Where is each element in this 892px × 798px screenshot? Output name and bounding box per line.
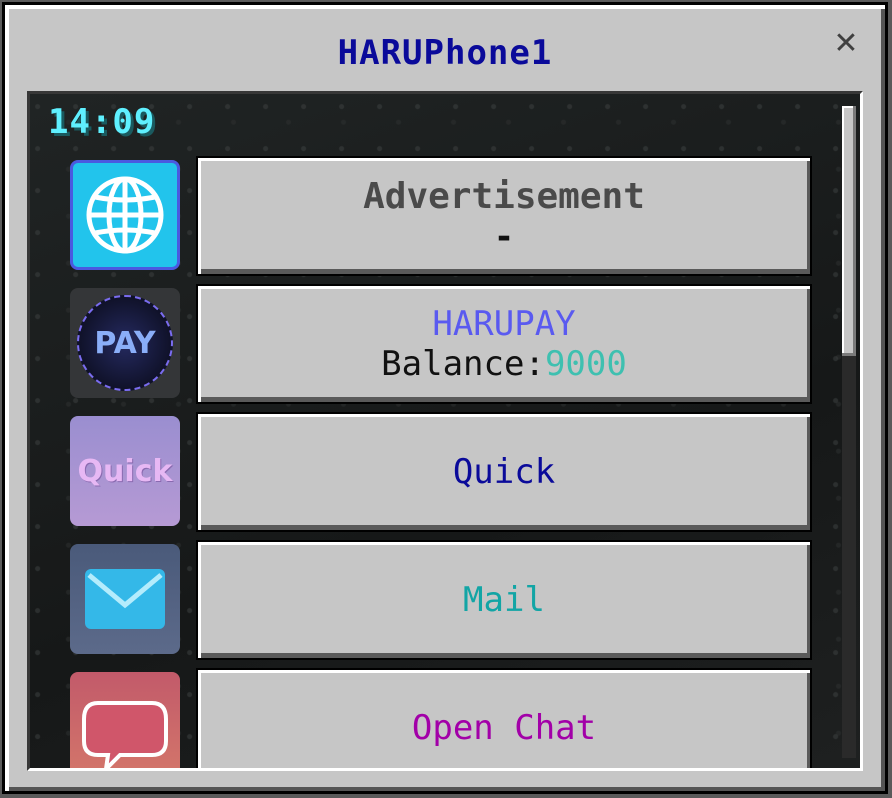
advertisement-subtitle: - xyxy=(493,216,515,257)
open-chat-button[interactable]: Open Chat xyxy=(196,668,812,768)
envelope-icon xyxy=(85,569,165,629)
pay-icon: PAY xyxy=(77,295,173,391)
advertisement-title: Advertisement xyxy=(363,175,645,217)
phone-window: HARUPhone1 ✕ 14:09 Advertisement - PAY H… xyxy=(2,2,888,794)
mail-button[interactable]: Mail xyxy=(196,540,812,660)
chat-bubble-icon xyxy=(82,701,168,768)
close-icon[interactable]: ✕ xyxy=(833,29,859,59)
balance-label: Balance: xyxy=(381,344,545,384)
mail-title: Mail xyxy=(463,580,545,620)
harupay-balance: Balance:9000 xyxy=(381,344,627,384)
app-icon-open-chat[interactable] xyxy=(70,672,180,768)
quick-button[interactable]: Quick xyxy=(196,412,812,532)
harupay-title: HARUPAY xyxy=(432,304,576,344)
advertisement-button[interactable]: Advertisement - xyxy=(196,156,812,276)
phone-screen: 14:09 Advertisement - PAY HARUPAY Balanc… xyxy=(27,91,863,771)
quick-icon: Quick xyxy=(77,453,173,489)
scrollbar[interactable] xyxy=(842,106,856,758)
balance-value: 9000 xyxy=(544,344,627,384)
open-chat-title: Open Chat xyxy=(411,708,597,748)
window-title: HARUPhone1 xyxy=(337,33,553,73)
clock: 14:09 xyxy=(48,102,156,142)
app-icon-advertisement[interactable] xyxy=(70,160,180,270)
harupay-button[interactable]: HARUPAY Balance:9000 xyxy=(196,284,812,404)
app-icon-harupay[interactable]: PAY xyxy=(70,288,180,398)
app-icon-quick[interactable]: Quick xyxy=(70,416,180,526)
globe-icon xyxy=(86,176,164,254)
scrollbar-thumb[interactable] xyxy=(842,106,856,356)
app-icon-mail[interactable] xyxy=(70,544,180,654)
quick-title: Quick xyxy=(452,452,556,492)
pay-icon-text: PAY xyxy=(94,325,156,361)
